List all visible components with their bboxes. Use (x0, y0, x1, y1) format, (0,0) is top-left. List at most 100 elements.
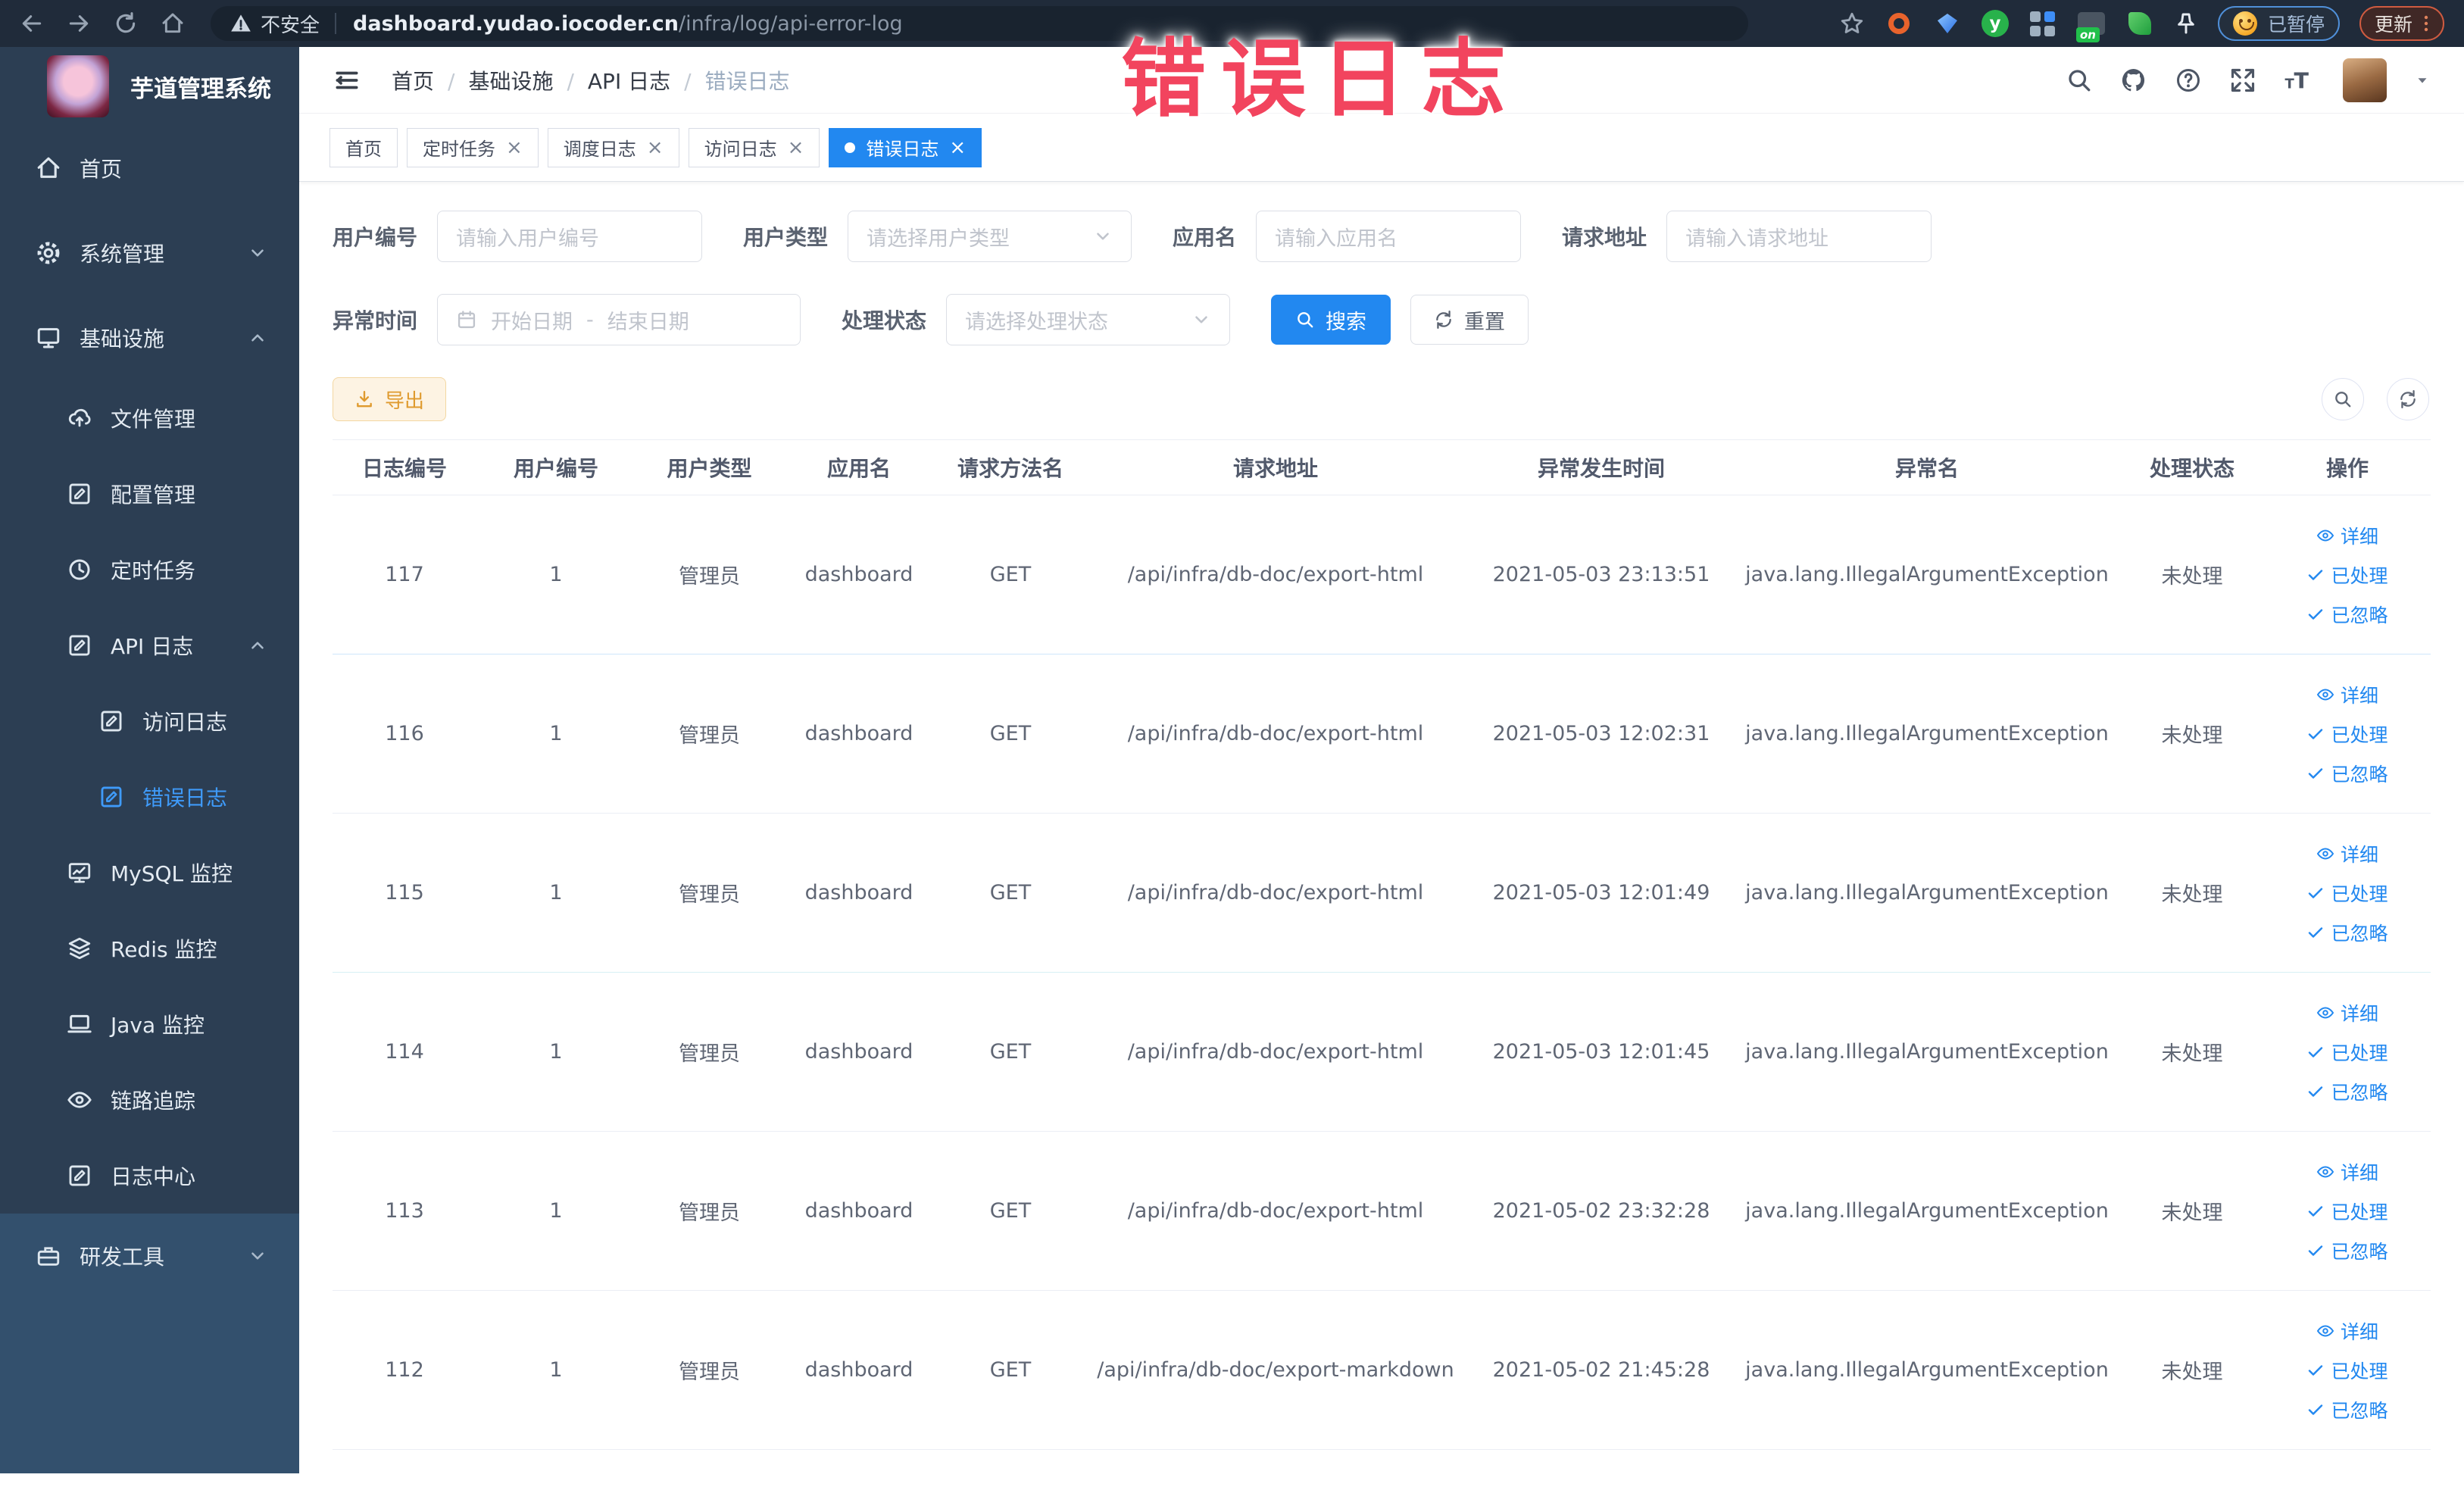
browser-update-button[interactable]: 更新 (2359, 6, 2444, 41)
reset-button-label: 重置 (1464, 310, 1506, 334)
mark-processed-link[interactable]: 已处理 (2306, 720, 2388, 748)
search-button[interactable]: 搜索 (1271, 295, 1391, 345)
search-button-label: 搜索 (1326, 310, 1367, 334)
tab[interactable]: 首页 × (329, 127, 398, 167)
sidebar-menu-item[interactable]: 系统管理 (0, 211, 299, 295)
sidebar-menu-item[interactable]: 错误日志 (0, 759, 299, 835)
cell-request-url: /api/infra/db-doc/export-html (1127, 1199, 1424, 1223)
extension-green-icon[interactable]: y (1981, 10, 2009, 37)
sidebar-menu-item[interactable]: Redis 监控 (0, 911, 299, 986)
tab-close-icon[interactable]: × (788, 138, 804, 158)
detail-link[interactable]: 详细 (2316, 522, 2378, 549)
tab[interactable]: 定时任务 × (407, 127, 539, 167)
request-url-input[interactable]: 请输入请求地址 (1666, 211, 1932, 262)
extension-orange-icon[interactable] (1885, 9, 1913, 38)
end-date-placeholder[interactable]: 结束日期 (607, 305, 689, 335)
cell-user-id: 1 (549, 722, 563, 745)
security-warning-icon[interactable] (230, 13, 251, 34)
cell-exception-time: 2021-05-02 21:45:28 (1492, 1358, 1710, 1382)
sidebar-menu-item[interactable]: 定时任务 (0, 532, 299, 608)
browser-menu-icon[interactable] (2423, 12, 2429, 35)
user-type-select[interactable]: 请选择用户类型 (848, 211, 1132, 262)
cell-request-url: /api/infra/db-doc/export-html (1127, 722, 1424, 745)
refresh-icon (1434, 310, 1454, 330)
mark-ignored-link[interactable]: 已忽略 (2306, 919, 2388, 946)
breadcrumb-item[interactable]: 错误日志 (670, 65, 790, 95)
mark-ignored-link[interactable]: 已忽略 (2306, 601, 2388, 628)
url-path[interactable]: /infra/log/api-error-log (679, 12, 903, 36)
refresh-table-button[interactable] (2387, 378, 2429, 420)
breadcrumb-item[interactable]: 首页 (392, 65, 434, 95)
tab-close-icon[interactable]: × (506, 138, 523, 158)
toggle-search-button[interactable] (2322, 378, 2364, 420)
export-button[interactable]: 导出 (333, 377, 447, 421)
font-size-icon[interactable] (2284, 67, 2311, 94)
sidebar-menu-item[interactable]: 配置管理 (0, 456, 299, 532)
user-id-input[interactable]: 请输入用户编号 (437, 211, 703, 262)
start-date-placeholder[interactable]: 开始日期 (491, 305, 573, 335)
detail-link[interactable]: 详细 (2316, 681, 2378, 708)
mark-processed-link[interactable]: 已处理 (2306, 879, 2388, 907)
mark-ignored-link[interactable]: 已忽略 (2306, 1396, 2388, 1423)
eye-icon (2316, 1322, 2334, 1340)
detail-link-label: 详细 (2340, 1161, 2378, 1184)
sidebar-logo[interactable]: 芋道管理系统 (0, 47, 299, 126)
mark-processed-link[interactable]: 已处理 (2306, 1198, 2388, 1225)
mark-processed-link[interactable]: 已处理 (2306, 1357, 2388, 1384)
tab-close-icon[interactable]: × (949, 138, 966, 158)
sidebar-menu-item[interactable]: MySQL 监控 (0, 835, 299, 911)
extension-grid-icon[interactable] (2028, 9, 2057, 38)
extensions-pin-icon[interactable] (2174, 11, 2198, 36)
github-icon[interactable] (2120, 67, 2147, 94)
menu-item-label: 配置管理 (111, 483, 196, 508)
extension-gem-icon[interactable] (1933, 9, 1962, 38)
tab[interactable]: 访问日志 × (688, 127, 820, 167)
sidebar-menu-item[interactable]: 基础设施 (0, 295, 299, 380)
browser-reload-icon[interactable] (114, 11, 138, 36)
process-status-select[interactable]: 请选择处理状态 (946, 294, 1231, 345)
sidebar-menu-item[interactable]: 访问日志 (0, 683, 299, 759)
table-column-header: 请求方法名 (957, 456, 1063, 481)
breadcrumb-item[interactable]: 基础设施 (434, 65, 553, 95)
sidebar-menu-item[interactable]: Java 监控 (0, 986, 299, 1062)
breadcrumb-item[interactable]: API 日志 (553, 65, 670, 95)
tab[interactable]: 调度日志 × (547, 127, 679, 167)
extension-leaf-icon[interactable] (2125, 9, 2154, 38)
profile-paused-badge[interactable]: 已暂停 (2217, 6, 2340, 41)
user-menu-caret-icon[interactable] (2414, 72, 2431, 89)
detail-link[interactable]: 详细 (2316, 1317, 2378, 1345)
sidebar-menu-item[interactable]: 文件管理 (0, 380, 299, 456)
mark-processed-link[interactable]: 已处理 (2306, 561, 2388, 589)
app-name-input[interactable]: 请输入应用名 (1256, 211, 1522, 262)
tab-close-icon[interactable]: × (647, 138, 664, 158)
user-avatar[interactable] (2343, 58, 2387, 102)
sidebar-menu-item[interactable]: 研发工具 (0, 1214, 299, 1298)
extension-on-badge-icon[interactable] (2075, 9, 2106, 42)
search-icon[interactable] (2066, 67, 2093, 94)
mark-ignored-link[interactable]: 已忽略 (2306, 1237, 2388, 1264)
mark-processed-link[interactable]: 已处理 (2306, 1039, 2388, 1066)
error-log-table: 日志编号 用户编号 用户类型 应用名 请求方法名 请求地址 异常发生时间 异常名 处理状态 操作 … (333, 439, 2431, 1450)
mark-ignored-link[interactable]: 已忽略 (2306, 760, 2388, 787)
detail-link[interactable]: 详细 (2316, 1158, 2378, 1186)
browser-back-icon[interactable] (20, 11, 44, 36)
sidebar-menu-item[interactable]: API 日志 (0, 608, 299, 683)
browser-home-icon[interactable] (161, 11, 185, 36)
browser-forward-icon[interactable] (67, 11, 91, 36)
detail-link[interactable]: 详细 (2316, 840, 2378, 867)
sidebar-menu-item[interactable]: 首页 (0, 126, 299, 211)
bookmark-star-icon[interactable] (1839, 11, 1865, 36)
mark-ignored-link[interactable]: 已忽略 (2306, 1078, 2388, 1105)
mark-ignored-label: 已忽略 (2331, 1240, 2388, 1263)
security-warning-label[interactable]: 不安全 (261, 10, 320, 38)
date-range-picker[interactable]: 开始日期 - 结束日期 (437, 294, 801, 345)
url-host[interactable]: dashboard.yudao.iocoder.cn (353, 12, 679, 36)
tab[interactable]: 错误日志 × (829, 127, 982, 167)
help-icon[interactable] (2175, 67, 2202, 94)
sidebar-collapse-icon[interactable] (333, 66, 361, 95)
sidebar-menu-item[interactable]: 日志中心 (0, 1138, 299, 1214)
reset-button[interactable]: 重置 (1410, 295, 1529, 345)
sidebar-menu-item[interactable]: 链路追踪 (0, 1062, 299, 1138)
detail-link[interactable]: 详细 (2316, 999, 2378, 1026)
fullscreen-icon[interactable] (2229, 67, 2256, 94)
